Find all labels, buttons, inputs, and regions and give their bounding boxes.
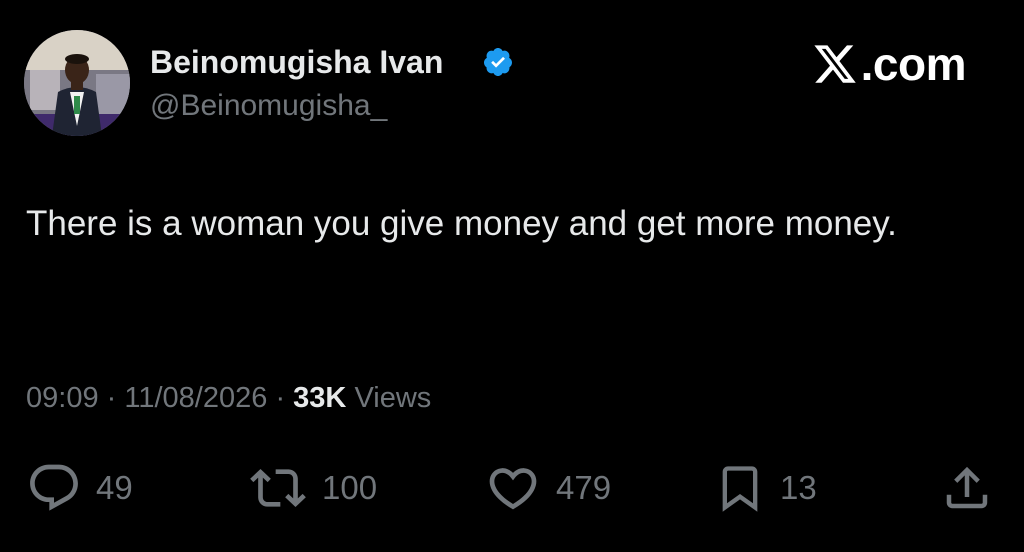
retweet-icon: [250, 469, 306, 507]
tweet-card: Beinomugisha Ivan @Beinomugisha_ .com Th…: [0, 0, 1024, 552]
like-count: 479: [556, 469, 612, 506]
views-label: Views: [354, 382, 432, 414]
views-count: 33K: [293, 382, 347, 414]
share-icon: [946, 466, 988, 509]
x-logo-icon: [814, 45, 856, 83]
tweet-meta: 09:09 · 11/08/2026 · 33K Views: [26, 378, 431, 418]
retweet-count: 100: [322, 469, 378, 506]
avatar[interactable]: [24, 30, 130, 136]
reply-button[interactable]: 49: [26, 458, 133, 518]
verified-badge-icon: [483, 48, 512, 76]
handle[interactable]: @Beinomugisha_: [150, 88, 387, 124]
tweet-time[interactable]: 09:09: [26, 382, 99, 414]
brand-watermark: .com: [811, 38, 967, 90]
reply-count: 49: [96, 469, 133, 506]
avatar-photo: [24, 30, 130, 136]
like-button[interactable]: 479: [484, 458, 611, 518]
reply-icon: [30, 464, 78, 511]
action-bar: 49 100 479 13: [0, 458, 1024, 518]
meta-separator: ·: [275, 382, 286, 414]
bookmark-button[interactable]: 13: [714, 458, 817, 518]
meta-separator: ·: [106, 382, 117, 414]
tweet-date[interactable]: 11/08/2026: [124, 382, 267, 414]
retweet-button[interactable]: 100: [248, 458, 377, 518]
tweet-text: There is a woman you give money and get …: [26, 204, 897, 243]
heart-icon: [489, 468, 537, 510]
display-name[interactable]: Beinomugisha Ivan: [150, 44, 443, 80]
brand-text: .com: [860, 38, 967, 90]
bookmark-icon: [722, 466, 758, 512]
bookmark-count: 13: [780, 469, 817, 506]
share-button[interactable]: [940, 458, 994, 518]
